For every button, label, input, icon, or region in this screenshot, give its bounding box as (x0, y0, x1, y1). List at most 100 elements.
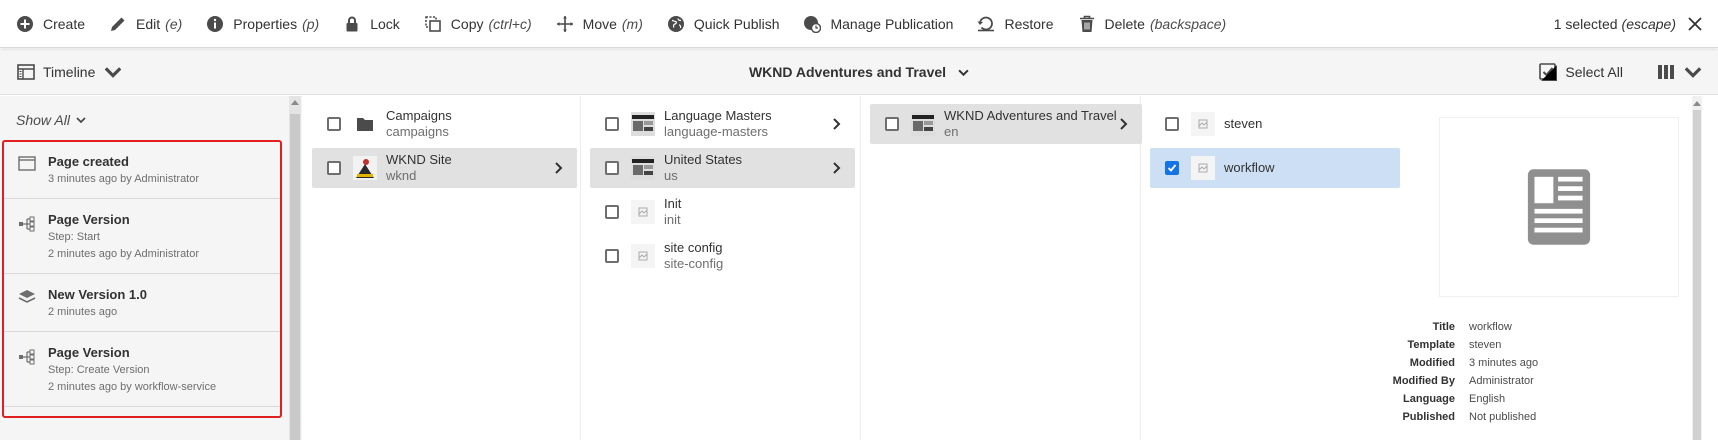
chevron-down-icon (105, 66, 122, 78)
page-placeholder-icon (631, 200, 655, 224)
edit-label: Edit (136, 15, 161, 32)
item-checkbox[interactable] (605, 161, 619, 175)
page-image (631, 112, 655, 136)
property-key: Modified (1409, 357, 1455, 369)
restore-icon (977, 16, 995, 31)
item-title: United States (664, 152, 743, 167)
delete-shortcut: (backspace) (1149, 15, 1227, 32)
rail-toggle-button[interactable]: Timeline (0, 63, 130, 81)
timeline-item-title: New Version 1.0 (48, 287, 147, 302)
copy-button[interactable]: Copy (ctrl+c) (412, 0, 544, 48)
item-checkbox[interactable] (327, 161, 341, 175)
item-name: en (944, 124, 959, 139)
item-checkbox[interactable] (885, 117, 899, 131)
item-title: steven (1224, 116, 1263, 131)
item-name: us (664, 168, 678, 183)
item-checkbox[interactable] (1165, 117, 1179, 131)
property-key: Title (1432, 321, 1455, 333)
property-row: Template steven (1360, 336, 1538, 354)
scroll-up-arrow[interactable] (1693, 101, 1701, 106)
property-row: Modified By Administrator (1360, 372, 1538, 390)
document-icon (1527, 169, 1591, 245)
list-item[interactable]: workflow (1150, 148, 1400, 188)
item-checkbox[interactable] (327, 117, 341, 131)
chevron-right-icon[interactable] (553, 162, 565, 174)
site-image (353, 156, 377, 180)
content-scrollbar[interactable] (1692, 96, 1702, 440)
property-value: steven (1469, 339, 1502, 351)
scroll-thumb[interactable] (1693, 110, 1701, 440)
properties-button[interactable]: Properties (p) (194, 0, 331, 48)
item-title: Language Masters (664, 108, 772, 123)
preview-thumbnail (1439, 117, 1679, 297)
list-item[interactable]: WKND Site wknd (312, 148, 577, 188)
list-item[interactable]: Language Masters language-masters (590, 104, 855, 144)
view-switcher[interactable] (1657, 63, 1702, 81)
select-all-icon (1539, 62, 1558, 81)
property-value: 3 minutes ago (1469, 357, 1539, 369)
properties-label: Properties (233, 15, 298, 32)
scroll-up-arrow[interactable] (291, 100, 299, 105)
timeline-item[interactable]: Page Version Step: Start 2 minutes ago b… (4, 199, 280, 274)
column: WKND Adventures and Travel en (861, 96, 1142, 440)
item-checkbox[interactable] (1165, 161, 1179, 175)
property-key: Template (1407, 339, 1455, 351)
selection-count: 1 selected (1553, 15, 1618, 32)
list-item[interactable]: WKND Adventures and Travel en (870, 104, 1142, 144)
select-all-button[interactable]: Select All (1539, 62, 1623, 81)
chevron-right-icon[interactable] (831, 118, 843, 130)
item-title: workflow (1224, 160, 1275, 175)
item-title: Init (664, 196, 682, 211)
select-all-label: Select All (1565, 63, 1623, 80)
breadcrumb: WKND Adventures and Travel (0, 49, 1718, 95)
item-name: campaigns (386, 124, 449, 139)
copy-label: Copy (450, 15, 484, 32)
list-item[interactable]: Init init (590, 192, 855, 232)
timeline-item[interactable]: New Version 1.0 2 minutes ago (4, 274, 280, 332)
action-bar: Create Edit (e) Properties (p) Lock Copy (c… (0, 0, 1718, 48)
page-placeholder-icon (631, 244, 655, 268)
create-button[interactable]: Create (0, 0, 97, 48)
close-icon[interactable] (1688, 16, 1702, 31)
chevron-right-icon[interactable] (831, 162, 843, 174)
move-label: Move (582, 15, 617, 32)
manage-publication-button[interactable]: Manage Publication (791, 0, 965, 48)
breadcrumb-title[interactable]: WKND Adventures and Travel (749, 64, 946, 80)
item-name: language-masters (664, 124, 769, 139)
column-view-icon (1658, 64, 1674, 79)
chevron-right-icon[interactable] (1118, 118, 1130, 130)
checkmark-icon (1167, 164, 1177, 172)
sub-header: Timeline WKND Adventures and Travel Sele… (0, 49, 1718, 95)
list-item[interactable]: Campaigns campaigns (312, 104, 577, 144)
delete-button[interactable]: Delete (backspace) (1066, 0, 1239, 48)
rail-scrollbar[interactable] (289, 96, 301, 440)
quick-publish-label: Quick Publish (693, 15, 780, 32)
item-title: site config (664, 240, 723, 255)
quick-publish-button[interactable]: Quick Publish (655, 0, 792, 48)
list-item[interactable]: United States us (590, 148, 855, 188)
property-row: Published Not published (1360, 408, 1538, 426)
list-item[interactable]: site config site-config (590, 236, 855, 276)
timeline-item-title: Page Version (48, 345, 130, 360)
restore-button[interactable]: Restore (965, 0, 1065, 48)
item-name: init (664, 212, 681, 227)
property-value: Not published (1469, 411, 1537, 423)
timeline-filter[interactable]: Show All (16, 112, 86, 128)
list-item[interactable]: steven (1150, 104, 1400, 144)
item-title: WKND Adventures and Travel (944, 108, 1117, 123)
item-checkbox[interactable] (605, 205, 619, 219)
page-icon (18, 156, 36, 171)
edit-button[interactable]: Edit (e) (97, 0, 194, 48)
item-checkbox[interactable] (605, 117, 619, 131)
restore-label: Restore (1004, 15, 1054, 32)
move-shortcut: (m) (621, 15, 643, 32)
scroll-thumb[interactable] (290, 114, 300, 440)
timeline-item[interactable]: Page created 3 minutes ago by Administra… (4, 141, 280, 199)
move-button[interactable]: Move (m) (544, 0, 655, 48)
item-checkbox[interactable] (605, 249, 619, 263)
chevron-down-icon[interactable] (958, 67, 969, 78)
lock-button[interactable]: Lock (331, 0, 412, 48)
selection-shortcut: (escape) (1621, 15, 1676, 32)
timeline-item[interactable]: Page Version Step: Create Version 2 minu… (4, 332, 280, 407)
manage-publication-label: Manage Publication (830, 15, 954, 32)
